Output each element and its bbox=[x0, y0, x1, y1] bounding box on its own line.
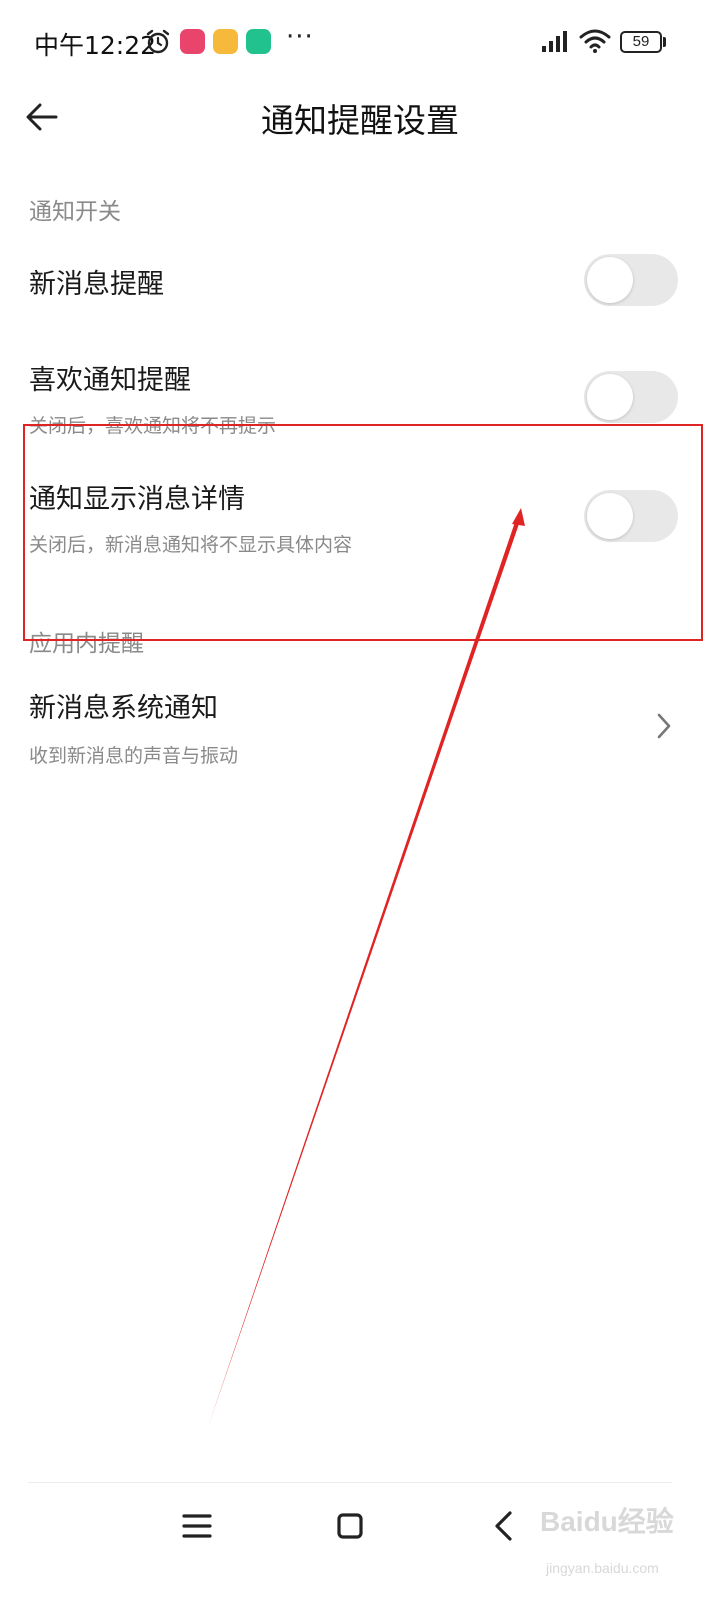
chevron-right-icon[interactable] bbox=[652, 710, 676, 742]
toggle-knob bbox=[587, 374, 633, 420]
more-notifications-icon: ··· bbox=[286, 22, 314, 52]
nav-divider bbox=[28, 1482, 672, 1483]
like-notification-label: 喜欢通知提醒 bbox=[29, 365, 191, 396]
recent-apps-menu-icon[interactable] bbox=[173, 1502, 221, 1550]
annotation-arrow bbox=[207, 508, 525, 1430]
like-notification-description: 关闭后，喜欢通知将不再提示 bbox=[29, 415, 277, 437]
battery-tip bbox=[663, 37, 666, 47]
section-title-in-app-alerts: 应用内提醒 bbox=[29, 631, 144, 657]
home-square-icon[interactable] bbox=[326, 1502, 374, 1550]
show-message-details-toggle[interactable] bbox=[584, 490, 678, 542]
nav-back-icon[interactable] bbox=[480, 1502, 528, 1550]
status-bar: 中午12:22 ··· 59 bbox=[0, 0, 720, 84]
battery-indicator: 59 bbox=[620, 31, 662, 53]
show-message-details-label: 通知显示消息详情 bbox=[29, 484, 245, 515]
alarm-clock-icon bbox=[146, 29, 170, 54]
status-time: 中午12:22 bbox=[34, 31, 157, 60]
notification-app-icon bbox=[180, 29, 205, 54]
toggle-knob bbox=[587, 257, 633, 303]
new-message-alert-toggle[interactable] bbox=[584, 254, 678, 306]
page-title: 通知提醒设置 bbox=[261, 101, 459, 140]
system-notification-description: 收到新消息的声音与振动 bbox=[29, 745, 239, 767]
watermark-url: jingyan.baidu.com bbox=[546, 1560, 659, 1576]
toggle-knob bbox=[587, 493, 633, 539]
watermark-logo: Baidu经验 bbox=[540, 1506, 674, 1537]
system-notification-label[interactable]: 新消息系统通知 bbox=[29, 686, 218, 725]
new-message-alert-label: 新消息提醒 bbox=[29, 269, 164, 300]
app-header: 通知提醒设置 bbox=[0, 84, 720, 148]
show-message-details-description: 关闭后，新消息通知将不显示具体内容 bbox=[29, 534, 353, 556]
like-notification-toggle[interactable] bbox=[584, 371, 678, 423]
section-title-notification-switches: 通知开关 bbox=[29, 199, 121, 225]
signal-icon bbox=[542, 31, 567, 52]
wifi-icon bbox=[579, 29, 611, 53]
notification-shield-app-icon bbox=[246, 29, 271, 54]
notification-app-icon bbox=[213, 29, 238, 54]
